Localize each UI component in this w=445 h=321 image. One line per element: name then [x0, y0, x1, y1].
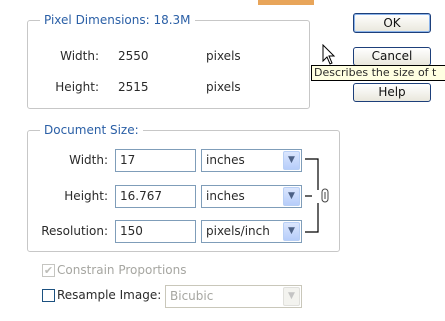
pixel-height-value: 2515	[118, 80, 149, 94]
document-size-legend: Document Size:	[40, 123, 143, 137]
help-button[interactable]: Help	[353, 83, 431, 102]
mouse-pointer-icon	[322, 44, 336, 65]
pixel-width-value: 2550	[118, 49, 149, 63]
chevron-down-icon[interactable]: ▼	[283, 222, 300, 241]
constrain-proportions-checkbox[interactable]: ✔	[42, 264, 55, 277]
chevron-down-icon[interactable]: ▼	[283, 151, 300, 170]
doc-width-unit-select[interactable]: inches ▼	[201, 149, 302, 172]
doc-width-label: Width:	[69, 153, 108, 167]
doc-height-unit-select[interactable]: inches ▼	[201, 185, 302, 208]
resolution-unit-select[interactable]: pixels/inch ▼	[201, 220, 302, 243]
pixel-width-label: Width:	[60, 49, 99, 63]
constrain-link-bracket-icon	[305, 158, 329, 233]
pixel-dimensions-legend: Pixel Dimensions: 18.3M	[40, 13, 195, 27]
doc-width-unit-value: inches	[206, 153, 245, 167]
pixel-height-unit: pixels	[206, 80, 241, 94]
doc-height-input[interactable]: 16.767	[115, 185, 196, 208]
resample-image-label: Resample Image:	[57, 288, 162, 302]
cancel-tooltip: Describes the size of t	[311, 65, 445, 81]
resample-method-select[interactable]: Bicubic ▼	[165, 285, 302, 308]
doc-height-label: Height:	[64, 189, 108, 203]
chevron-down-icon[interactable]: ▼	[283, 187, 300, 206]
cancel-button[interactable]: Cancel	[353, 47, 431, 66]
pixel-width-unit: pixels	[206, 49, 241, 63]
title-bar-fragment	[258, 0, 314, 5]
doc-width-input[interactable]: 17	[115, 149, 196, 172]
doc-height-unit-value: inches	[206, 189, 245, 203]
pixel-dimensions-group: Pixel Dimensions: 18.3M	[27, 13, 310, 109]
chevron-down-icon[interactable]: ▼	[283, 287, 300, 306]
resample-image-checkbox[interactable]	[42, 289, 55, 302]
constrain-proportions-label: Constrain Proportions	[57, 263, 187, 277]
ok-button[interactable]: OK	[353, 13, 431, 33]
resolution-input[interactable]: 150	[115, 220, 196, 243]
pixel-height-label: Height:	[55, 80, 99, 94]
resolution-label: Resolution:	[41, 224, 108, 238]
resolution-unit-value: pixels/inch	[206, 224, 270, 238]
resample-method-value: Bicubic	[170, 289, 214, 303]
